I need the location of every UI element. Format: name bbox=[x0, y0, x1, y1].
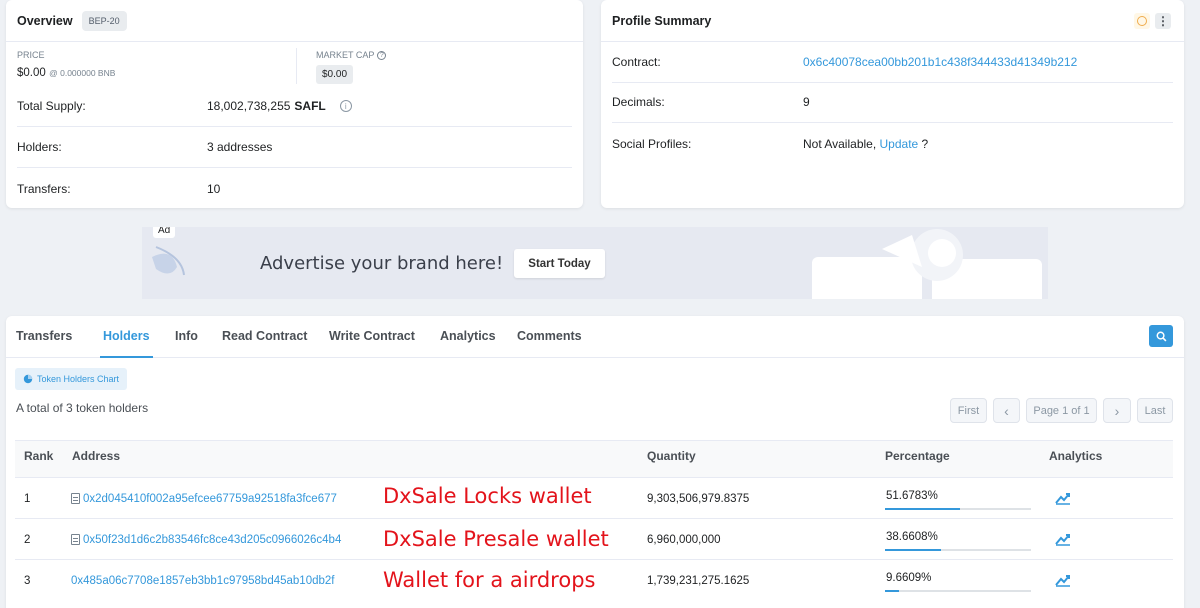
tab-read-contract[interactable]: Read Contract bbox=[222, 316, 307, 358]
pie-chart-icon bbox=[23, 374, 33, 384]
status-circle-icon[interactable] bbox=[1134, 13, 1150, 29]
percentage-bar bbox=[885, 549, 1031, 551]
tab-write-contract[interactable]: Write Contract bbox=[329, 316, 415, 358]
holder-address-link[interactable]: 0x2d045410f002a95efcee67759a92518fa3fce6… bbox=[83, 493, 337, 505]
profile-header: Profile Summary ⋮ bbox=[601, 0, 1184, 42]
contract-label: Contract: bbox=[612, 55, 661, 69]
rank-cell: 2 bbox=[24, 533, 31, 546]
holders-table-header bbox=[15, 440, 1173, 478]
info-circle-icon[interactable]: i bbox=[339, 100, 352, 112]
social-suffix: ? bbox=[918, 136, 929, 151]
profile-summary-card: Profile Summary ⋮ Contract: 0x6c40078cea… bbox=[601, 0, 1184, 208]
contract-file-icon bbox=[71, 534, 80, 545]
price-line: $0.00 @ 0.000000 BNB bbox=[17, 65, 115, 79]
ad-headline: Advertise your brand here! bbox=[260, 253, 504, 274]
col-percentage: Percentage bbox=[885, 449, 950, 463]
col-address: Address bbox=[72, 449, 121, 463]
token-holders-chart-button[interactable]: Token Holders Chart bbox=[15, 368, 128, 390]
decimals-value: 9 bbox=[803, 95, 810, 109]
pagination-page-indicator: Page 1 of 1 bbox=[1026, 398, 1097, 423]
quantity-cell: 1,739,231,275.1625 bbox=[647, 574, 750, 587]
transfers-row: Transfers: 10 bbox=[17, 168, 572, 209]
percentage-bar-fill bbox=[885, 590, 900, 592]
address-cell: 0x485a06c7708e1857eb3bb1c97958bd45ab10db… bbox=[71, 560, 334, 601]
pagination-last[interactable]: Last bbox=[1137, 398, 1173, 423]
percentage-bar bbox=[885, 590, 1031, 592]
update-link[interactable]: Update bbox=[880, 137, 919, 151]
market-cap-block: MARKET CAP ? $0.00 bbox=[316, 50, 387, 84]
pagination-prev[interactable]: ‹ bbox=[993, 398, 1020, 423]
analytics-chart-icon[interactable] bbox=[1055, 573, 1071, 587]
market-cap-label: MARKET CAP bbox=[316, 50, 375, 60]
token-symbol: SAFL bbox=[294, 99, 326, 113]
annotation-note: Wallet for a airdrops bbox=[383, 568, 596, 592]
tab-transfers[interactable]: Transfers bbox=[16, 316, 72, 358]
holders-value: 3 addresses bbox=[207, 140, 273, 154]
social-profiles-row: Social Profiles: Not Available, Update ? bbox=[612, 123, 1173, 164]
start-today-button[interactable]: Start Today bbox=[514, 249, 605, 278]
table-row: 1 0x2d045410f002a95efcee67759a92518fa3fc… bbox=[15, 478, 1173, 519]
rank-cell: 1 bbox=[24, 492, 31, 505]
holders-total-text: A total of 3 token holders bbox=[16, 401, 149, 415]
percentage-bar-fill bbox=[885, 549, 942, 551]
token-holders-chart-label: Token Holders Chart bbox=[37, 374, 120, 384]
contract-row: Contract: 0x6c40078cea00bb201b1c438f3444… bbox=[612, 42, 1173, 83]
holder-address-link[interactable]: 0x485a06c7708e1857eb3bb1c97958bd45ab10db… bbox=[71, 575, 334, 587]
social-profiles-value: Not Available, bbox=[803, 136, 880, 151]
quantity-cell: 9,303,506,979.8375 bbox=[647, 492, 750, 505]
col-analytics: Analytics bbox=[1049, 449, 1103, 463]
percentage-bar-fill bbox=[885, 508, 961, 510]
social-profiles-label: Social Profiles: bbox=[612, 136, 692, 151]
question-circle-icon[interactable]: ? bbox=[377, 50, 387, 60]
decimals-label: Decimals: bbox=[612, 95, 665, 109]
table-row: 2 0x50f23d1d6c2b83546fc8ce43d205c0966026… bbox=[15, 519, 1173, 560]
ad-badge: Ad bbox=[153, 227, 176, 238]
pagination-first[interactable]: First bbox=[950, 398, 987, 423]
total-supply-label: Total Supply: bbox=[17, 99, 86, 113]
pagination-next[interactable]: › bbox=[1103, 398, 1131, 423]
tab-info[interactable]: Info bbox=[175, 316, 198, 358]
transfers-value: 10 bbox=[207, 181, 221, 196]
percentage-bar bbox=[885, 508, 1031, 510]
contract-file-icon bbox=[71, 493, 80, 504]
analytics-chart-icon[interactable] bbox=[1055, 491, 1071, 505]
quantity-cell: 6,960,000,000 bbox=[647, 533, 721, 546]
more-options-icon[interactable]: ⋮ bbox=[1155, 13, 1171, 29]
ad-banner[interactable]: Ad Advertise your brand here! Start Toda… bbox=[142, 227, 1048, 299]
divider bbox=[296, 48, 297, 84]
col-rank: Rank bbox=[24, 449, 54, 463]
holder-address-link[interactable]: 0x50f23d1d6c2b83546fc8ce43d205c0966026c4… bbox=[83, 534, 341, 546]
tab-comments[interactable]: Comments bbox=[517, 316, 582, 358]
tab-holders[interactable]: Holders bbox=[100, 316, 153, 358]
annotation-note: DxSale Presale wallet bbox=[383, 527, 609, 551]
tab-analytics[interactable]: Analytics bbox=[440, 316, 496, 358]
price-bnb: @ 0.000000 BNB bbox=[49, 68, 116, 78]
rank-cell: 3 bbox=[24, 574, 31, 587]
transfers-label: Transfers: bbox=[17, 181, 71, 196]
table-row: 3 0x485a06c7708e1857eb3bb1c97958bd45ab10… bbox=[15, 560, 1173, 601]
profile-title: Profile Summary bbox=[612, 13, 712, 28]
analytics-chart-icon[interactable] bbox=[1055, 532, 1071, 546]
market-cap-value: $0.00 bbox=[316, 65, 354, 84]
holders-label: Holders: bbox=[17, 140, 62, 154]
decimals-row: Decimals: 9 bbox=[612, 82, 1173, 123]
holders-row: Holders: 3 addresses bbox=[17, 127, 572, 168]
address-cell: 0x2d045410f002a95efcee67759a92518fa3fce6… bbox=[71, 478, 337, 519]
contract-address-link[interactable]: 0x6c40078cea00bb201b1c438f344433d41349b2… bbox=[803, 55, 1077, 69]
annotation-note: DxSale Locks wallet bbox=[383, 484, 592, 508]
price-value: $0.00 bbox=[17, 67, 46, 79]
token-standard-badge: BEP-20 bbox=[81, 10, 127, 31]
address-cell: 0x50f23d1d6c2b83546fc8ce43d205c0966026c4… bbox=[71, 519, 341, 560]
overview-title: Overview bbox=[17, 13, 73, 28]
price-block: PRICE $0.00 @ 0.000000 BNB bbox=[17, 50, 115, 79]
overview-card: Overview BEP-20 PRICE $0.00 @ 0.000000 B… bbox=[6, 0, 583, 208]
col-quantity: Quantity bbox=[647, 449, 696, 463]
overview-header: Overview BEP-20 bbox=[6, 0, 583, 42]
search-icon bbox=[1156, 331, 1166, 341]
price-label: PRICE bbox=[17, 50, 45, 60]
search-button[interactable] bbox=[1149, 325, 1173, 347]
tab-bar: Transfers Holders Info Read Contract Wri… bbox=[6, 316, 1184, 358]
total-supply-row: Total Supply: 18,002,738,255 SAFL i bbox=[17, 86, 572, 127]
total-supply-value: 18,002,738,255 bbox=[207, 99, 291, 113]
